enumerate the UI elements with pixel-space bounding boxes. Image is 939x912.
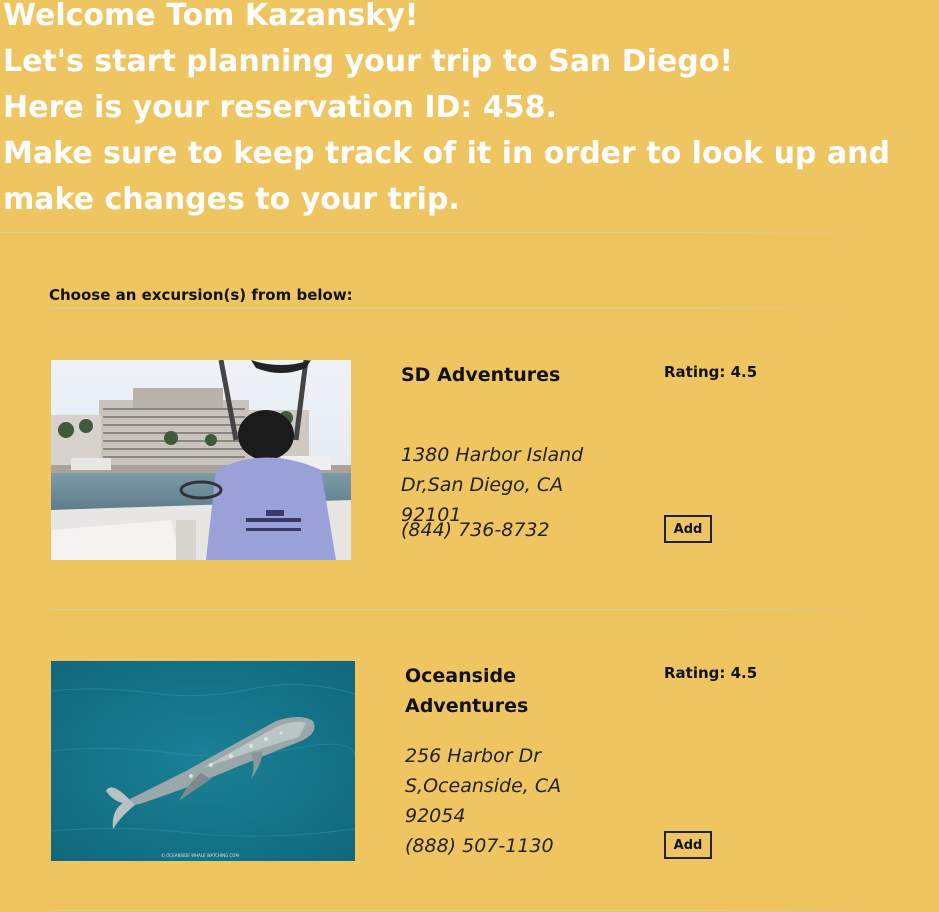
add-button[interactable]: Add <box>664 831 712 859</box>
excursion-rating: Rating: 4.5 <box>664 363 758 381</box>
excursion-phone: (888) 507-1130 <box>405 835 554 857</box>
divider <box>49 910 909 911</box>
excursion-name: Oceanside Adventures <box>405 665 529 717</box>
excursion-heading: Choose an excursion(s) from below: <box>49 286 353 304</box>
welcome-greeting: Welcome Tom Kazansky! <box>3 0 419 33</box>
excursion-phone: (844) 736-8732 <box>401 519 550 541</box>
divider <box>49 609 909 610</box>
svg-text:© OCEANSIDE WHALE WATCHING.COM: © OCEANSIDE WHALE WATCHING.COM <box>161 853 239 858</box>
gray-whale-photo: © OCEANSIDE WHALE WATCHING.COM <box>51 661 355 861</box>
welcome-message: Welcome Tom Kazansky! Let's start planni… <box>3 0 923 223</box>
excursion-rating: Rating: 4.5 <box>664 664 758 682</box>
welcome-trip-line: Let's start planning your trip to San Di… <box>3 44 734 79</box>
divider <box>49 308 909 309</box>
reminder-line: Make sure to keep track of it in order t… <box>3 136 890 217</box>
reservation-id-line: Here is your reservation ID: 458. <box>3 90 557 125</box>
excursion-address: 256 Harbor Dr S,Oceanside, CA 92054 <box>405 745 562 827</box>
divider <box>0 232 939 233</box>
boat-tour-photo <box>51 360 351 560</box>
excursion-name: SD Adventures <box>401 364 561 386</box>
add-button[interactable]: Add <box>664 515 712 543</box>
